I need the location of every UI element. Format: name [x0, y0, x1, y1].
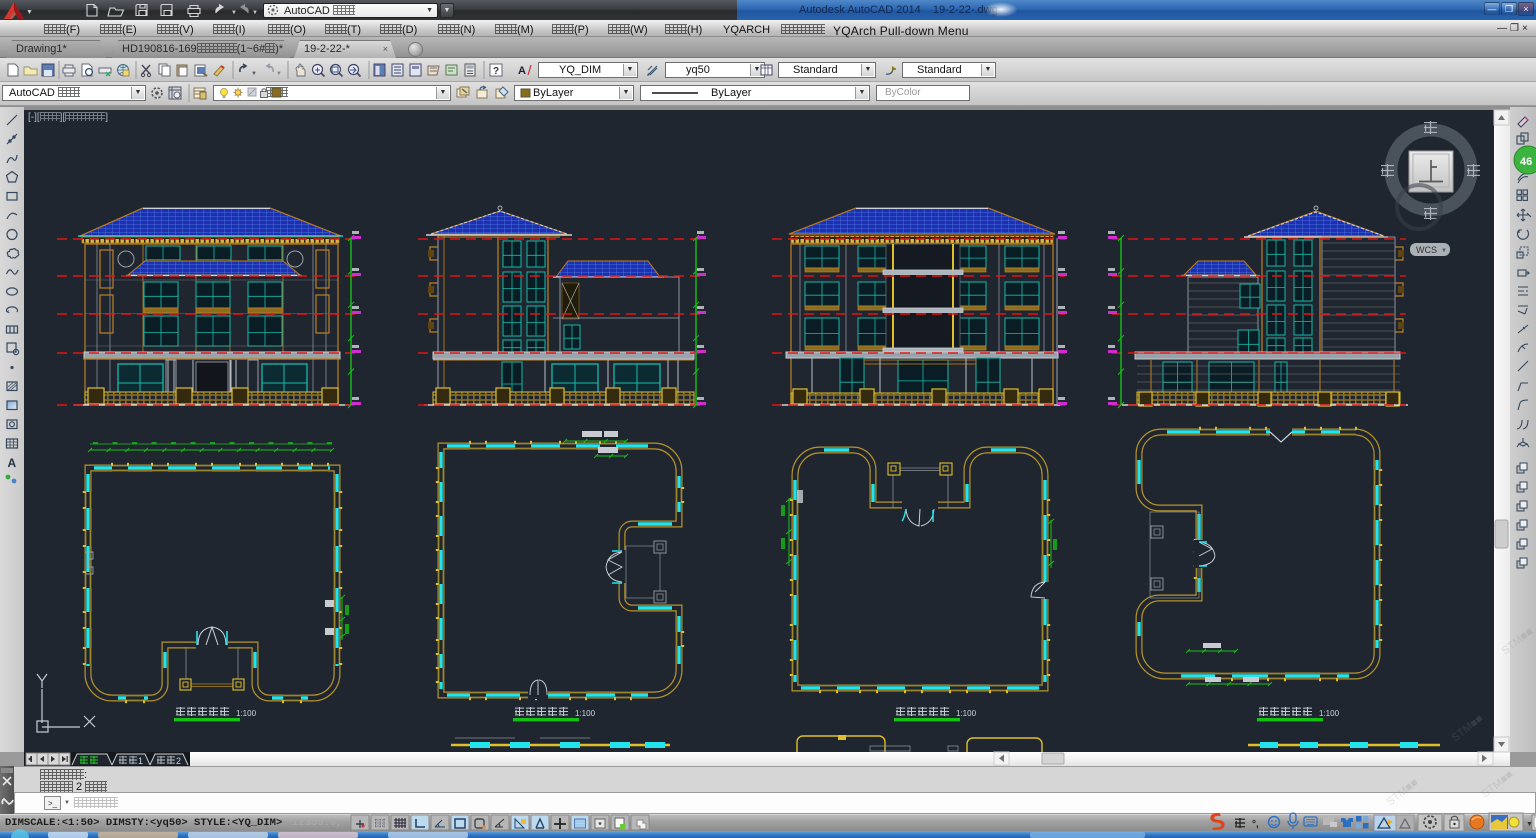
svg-text:▼: ▼ — [276, 71, 282, 77]
svg-text:1:100: 1:100 — [236, 709, 257, 718]
svg-text:?: ? — [493, 66, 499, 77]
svg-text:▼: ▼ — [231, 10, 237, 16]
svg-text:▼: ▼ — [1441, 248, 1447, 254]
svg-text:1: 1 — [138, 756, 143, 766]
svg-text:STM■■: STM■■ — [1449, 712, 1485, 744]
svg-text:2: 2 — [176, 756, 181, 766]
svg-text:A: A — [8, 456, 17, 470]
svg-text:▼: ▼ — [252, 10, 258, 16]
svg-text:▼: ▼ — [251, 71, 257, 77]
svg-text:1:100: 1:100 — [956, 709, 977, 718]
svg-text:WCS: WCS — [1416, 245, 1437, 255]
svg-text:STM■■: STM■■ — [1384, 776, 1420, 808]
svg-text:STM■■: STM■■ — [1499, 625, 1535, 657]
svg-text:1:100: 1:100 — [575, 709, 596, 718]
svg-text:STM■■: STM■■ — [1479, 768, 1515, 800]
svg-text:A: A — [518, 65, 526, 77]
svg-text:1:100: 1:100 — [1319, 709, 1340, 718]
svg-text:▼: ▼ — [26, 9, 33, 16]
svg-text:°,: °, — [1252, 819, 1259, 830]
svg-text:46: 46 — [1520, 156, 1532, 168]
